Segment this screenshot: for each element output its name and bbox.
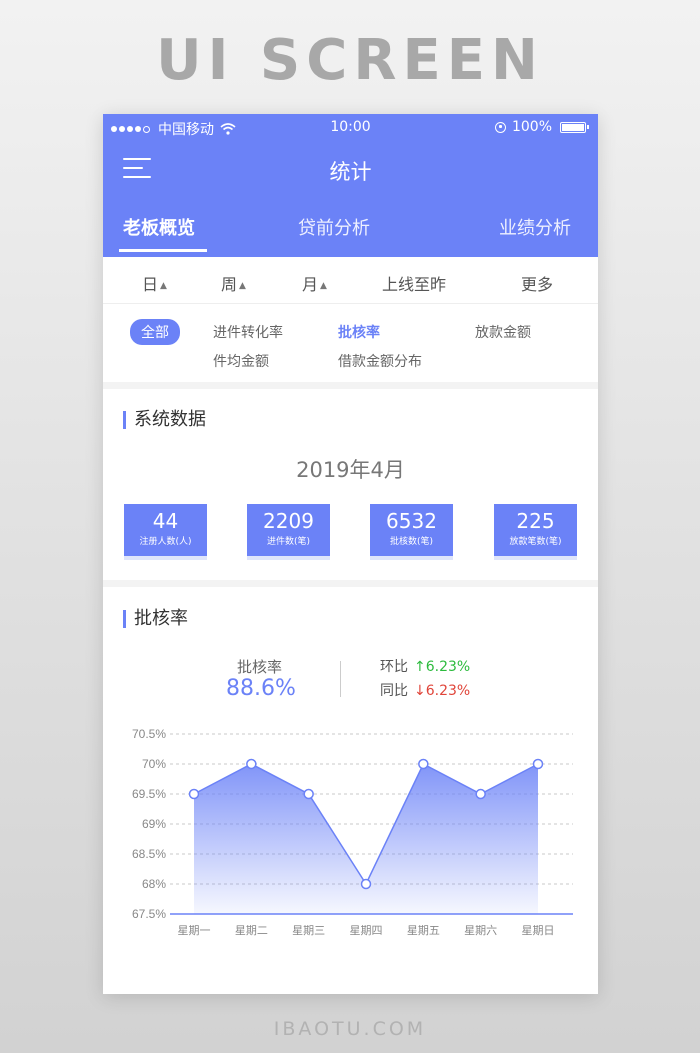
status-bar: 中国移动 10:00 100% [103,114,598,140]
stat-value: 225 [516,509,555,533]
x-tick-label: 星期一 [178,924,211,937]
tab-pre-loan-analysis[interactable]: 贷前分析 [298,214,370,240]
rotation-lock-icon [494,121,506,133]
metric-filters: 全部 进件转化率 批核率 放款金额 件均金额 借款金额分布 [103,304,598,382]
data-point [418,758,429,770]
x-tick-label: 星期五 [407,924,440,937]
stat-label: 批核数(笔) [389,537,434,547]
approval-rate-value: 88.6% [226,676,296,701]
battery-icon [560,121,589,133]
page-title: 统计 [329,160,372,184]
mom-value: ↑6.23% [414,659,471,675]
stat-value: 6532 [386,509,437,533]
stat-card-registrations[interactable]: 44 注册人数(人) [124,504,207,556]
data-point [475,788,486,800]
system-data-title: 系统数据 [123,411,206,429]
report-period: 2019年4月 [296,458,405,482]
filter-conversion-rate[interactable]: 进件转化率 [213,322,283,342]
banner-title: UI SCREEN [156,28,544,93]
stat-card-disbursements[interactable]: 225 放款笔数(笔) [494,504,577,556]
approval-rate-chart: 67.5% 68% 68.5% 69% 69.5% 70% 70.5% 星期一 星期二 星期三 星期… [132,727,573,937]
y-tick-label: 70.5% [132,727,166,741]
stat-value: 44 [152,509,179,533]
data-point [532,758,544,770]
data-point [188,788,200,800]
tab-bar: 老板概览 贷前分析 业绩分析 [103,209,598,257]
period-day[interactable]: 日 ▲ [142,271,167,295]
stat-label: 注册人数(人) [139,537,192,547]
battery-percent: 100% [511,119,552,135]
summary-divider [340,661,341,697]
period-selector: 日 ▲ 周 ▲ 月 ▲ 上线至昨 更多 [103,257,598,304]
period-more[interactable]: 更多 [521,271,553,295]
section-divider [103,580,598,587]
section-divider [103,382,598,389]
x-tick-label: 星期四 [350,924,383,937]
footer-watermark: IBAOTU.COM [273,1018,427,1040]
x-tick-label: 星期三 [292,924,325,937]
month-over-month: 环比 ↑6.23% [380,656,470,676]
year-over-year: 同比 ↓6.23% [380,680,470,700]
approval-rate-label: 批核率 [237,658,283,676]
data-point [360,878,372,890]
y-tick-label: 69% [142,817,166,831]
status-right: 100% [494,119,589,135]
sort-arrow-icon: ▲ [320,281,327,291]
yoy-value: ↓6.23% [414,683,471,699]
period-since-launch[interactable]: 上线至昨 [382,271,446,295]
data-point [246,758,257,770]
x-tick-label: 星期日 [522,924,555,937]
data-point [303,788,314,800]
filter-approval-rate[interactable]: 批核率 [338,322,380,342]
period-week[interactable]: 周 ▲ [221,271,246,295]
period-month[interactable]: 月 ▲ [302,271,327,295]
stat-card-approvals[interactable]: 6532 批核数(笔) [370,504,453,556]
stat-value: 2209 [263,509,314,533]
sort-arrow-icon: ▲ [160,281,167,291]
yoy-label: 同比 [380,683,408,699]
filter-loan-amount[interactable]: 放款金额 [475,322,531,342]
chart-area [194,764,538,914]
sort-arrow-icon: ▲ [239,281,246,291]
y-tick-label: 68.5% [132,847,166,861]
app-header: 中国移动 10:00 100% 统计 老板概览 贷前分析 业绩分析 [103,114,598,257]
mom-label: 环比 [380,659,408,675]
stat-label: 进件数(笔) [266,537,311,547]
x-tick-label: 星期二 [235,924,268,937]
y-tick-label: 67.5% [132,907,166,921]
x-tick-label: 星期六 [464,924,497,937]
y-tick-label: 70% [142,757,166,771]
active-tab-indicator [119,249,207,252]
tab-performance-analysis[interactable]: 业绩分析 [499,214,571,240]
stat-label: 放款笔数(笔) [509,537,562,547]
filter-average-amount[interactable]: 件均金额 [213,351,269,371]
approval-rate-title: 批核率 [123,610,188,628]
tab-boss-overview[interactable]: 老板概览 [123,214,195,240]
filter-amount-distribution[interactable]: 借款金额分布 [338,351,422,371]
stat-card-applications[interactable]: 2209 进件数(笔) [247,504,330,556]
y-tick-label: 68% [142,877,166,891]
y-tick-label: 69.5% [132,787,166,801]
phone-screen: 中国移动 10:00 100% 统计 老板概览 贷前分析 业绩分析 日 ▲ 周 … [103,114,598,994]
filter-all[interactable]: 全部 [130,319,180,345]
